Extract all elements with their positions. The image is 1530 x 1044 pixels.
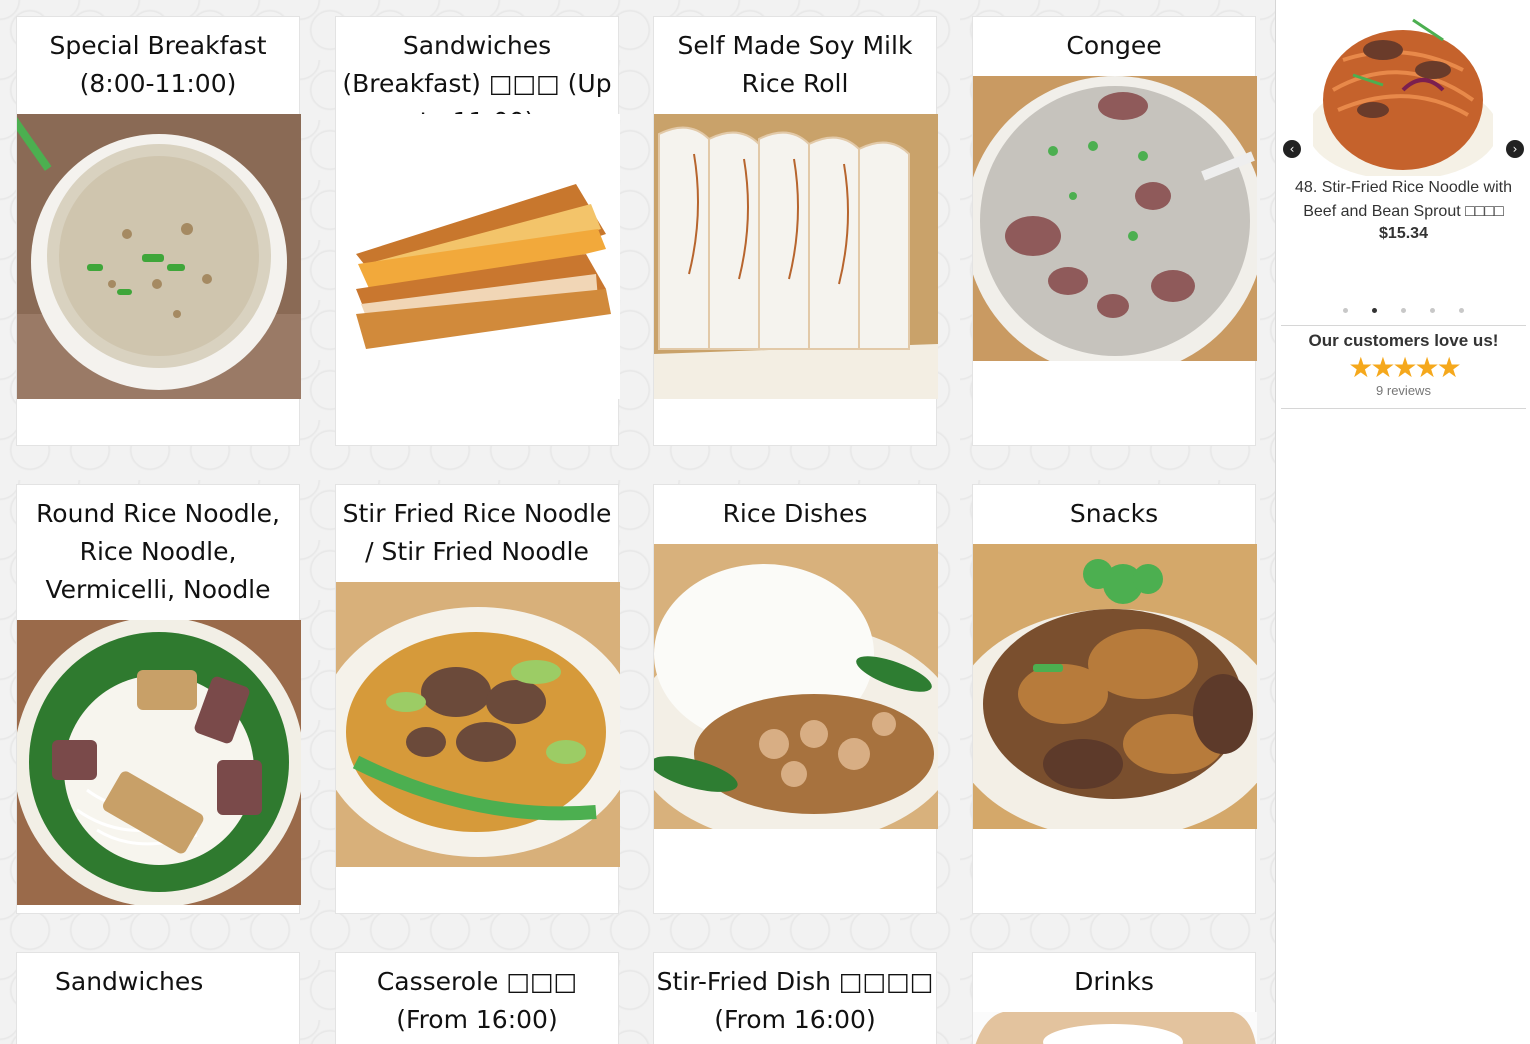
drinks-image — [973, 1012, 1257, 1044]
category-title: Sandwiches — [55, 967, 204, 996]
category-title: Round Rice Noodle, Rice Noodle, Vermicel… — [36, 499, 280, 604]
category-card-congee[interactable]: Congee — [972, 16, 1257, 446]
category-card-drinks[interactable]: Drinks — [972, 952, 1257, 1044]
noodle-soup-image — [17, 620, 301, 905]
category-card-casserole[interactable]: Casserole □□□ (From 16:00) — [335, 952, 619, 1044]
carousel-dot-active[interactable] — [1372, 308, 1377, 313]
rice-roll-image — [654, 114, 938, 399]
featured-carousel: ‹ › 48. Stir-Fried Rice Noodle with Beef… — [1276, 0, 1530, 320]
category-card-sandwiches[interactable]: Sandwiches — [16, 952, 300, 1044]
category-title: Special Breakfast (8:00-11:00) — [49, 31, 267, 98]
category-card-soy-milk-rice-roll[interactable]: Self Made Soy Milk Rice Roll — [653, 16, 938, 446]
category-title: Self Made Soy Milk Rice Roll — [677, 31, 913, 98]
featured-item-price: $15.34 — [1379, 225, 1428, 242]
grilled-sandwich-image — [336, 114, 620, 399]
stir-fried-noodle-image — [336, 582, 620, 867]
category-title: Rice Dishes — [722, 499, 868, 528]
carousel-dot[interactable] — [1343, 308, 1348, 313]
reviews-title: Our customers love us! — [1308, 331, 1499, 350]
category-card-rice-dishes[interactable]: Rice Dishes — [653, 484, 938, 914]
reviews-count[interactable]: 9 reviews — [1281, 383, 1526, 398]
carousel-dot[interactable] — [1401, 308, 1406, 313]
congee-image — [973, 76, 1257, 361]
carousel-dots — [1276, 298, 1530, 317]
congee-bowl-image — [17, 114, 301, 399]
category-title: Drinks — [1074, 967, 1154, 996]
category-grid: Special Breakfast (8:00-11:00) Sandwiche… — [0, 0, 1275, 1044]
sidebar: ‹ › 48. Stir-Fried Rice Noodle with Beef… — [1275, 0, 1530, 1044]
star-rating-icon: ★★★★★ — [1348, 351, 1462, 384]
category-card-special-breakfast[interactable]: Special Breakfast (8:00-11:00) — [16, 16, 301, 446]
category-card-breakfast-sandwiches[interactable]: Sandwiches (Breakfast) □□□ (Up to 11:00) — [335, 16, 620, 446]
carousel-dot[interactable] — [1430, 308, 1435, 313]
carousel-next-button[interactable]: › — [1506, 140, 1524, 158]
rice-dish-image — [654, 544, 938, 829]
category-title: Snacks — [1069, 499, 1159, 528]
category-title: Stir Fried Rice Noodle / Stir Fried Nood… — [342, 499, 612, 566]
snacks-image — [973, 544, 1257, 829]
category-title: Casserole □□□ (From 16:00) — [376, 967, 578, 1034]
featured-item-image[interactable] — [1313, 0, 1493, 176]
category-card-stir-fried-noodle[interactable]: Stir Fried Rice Noodle / Stir Fried Nood… — [335, 484, 620, 914]
category-title: Congee — [1066, 31, 1162, 60]
category-title: Stir-Fried Dish □□□□ (From 16:00) — [656, 967, 934, 1034]
category-card-snacks[interactable]: Snacks — [972, 484, 1257, 914]
featured-item-name[interactable]: 48. Stir-Fried Rice Noodle with Beef and… — [1286, 176, 1521, 224]
carousel-dot[interactable] — [1459, 308, 1464, 313]
category-card-rice-noodle[interactable]: Round Rice Noodle, Rice Noodle, Vermicel… — [16, 484, 301, 914]
category-card-stir-fried-dish[interactable]: Stir-Fried Dish □□□□ (From 16:00) — [653, 952, 937, 1044]
reviews-widget[interactable]: Our customers love us! ★★★★★ 9 reviews — [1281, 325, 1526, 409]
carousel-prev-button[interactable]: ‹ — [1283, 140, 1301, 158]
